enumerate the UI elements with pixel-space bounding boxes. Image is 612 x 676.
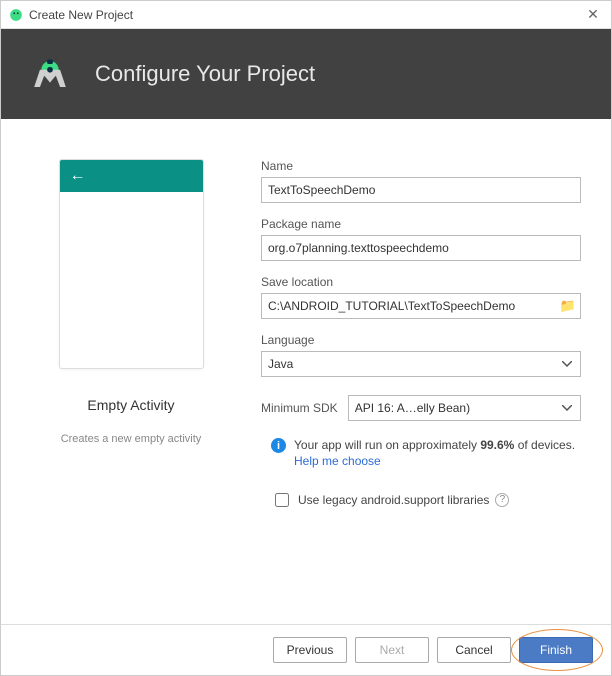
language-label: Language [261,333,581,347]
banner: Configure Your Project [1,29,611,119]
banner-title: Configure Your Project [95,61,315,87]
sdk-label: Minimum SDK [261,401,338,415]
sdk-info: i Your app will run on approximately 99.… [261,437,581,468]
app-icon [9,8,23,22]
template-description: Creates a new empty activity [61,433,202,445]
save-location-input[interactable] [261,293,581,319]
back-arrow-icon: ← [70,167,86,185]
language-field-group: Language Java [261,333,581,377]
save-field-group: Save location 📁 [261,275,581,319]
language-select[interactable]: Java [261,351,581,377]
form-column: Name Package name Save location 📁 Langua… [261,159,581,604]
android-studio-icon [27,51,73,97]
sdk-row: Minimum SDK API 16: A…elly Bean) [261,395,581,421]
help-me-choose-link[interactable]: Help me choose [294,454,575,468]
close-button[interactable]: ✕ [583,6,603,23]
template-preview: ← [59,159,204,369]
preview-column: ← Empty Activity Creates a new empty act… [31,159,231,604]
next-button: Next [355,637,429,663]
name-field-group: Name [261,159,581,203]
cancel-button[interactable]: Cancel [437,637,511,663]
package-input[interactable] [261,235,581,261]
info-icon: i [271,438,286,453]
info-percent: 99.6% [480,438,514,452]
name-input[interactable] [261,177,581,203]
save-label: Save location [261,275,581,289]
legacy-label: Use legacy android.support libraries [298,493,489,507]
info-text-block: Your app will run on approximately 99.6%… [294,437,575,468]
legacy-checkbox[interactable] [275,493,289,507]
sdk-select[interactable]: API 16: A…elly Bean) [348,395,581,421]
package-label: Package name [261,217,581,231]
template-name: Empty Activity [87,397,174,413]
info-suffix: of devices. [514,438,575,452]
package-field-group: Package name [261,217,581,261]
legacy-checkbox-row: Use legacy android.support libraries ? [261,490,581,510]
project-wizard-window: Create New Project ✕ Configure Your Proj… [0,0,612,676]
preview-toolbar: ← [60,160,203,192]
name-label: Name [261,159,581,173]
content-area: ← Empty Activity Creates a new empty act… [1,119,611,624]
titlebar: Create New Project ✕ [1,1,611,29]
help-icon[interactable]: ? [495,493,509,507]
window-title: Create New Project [29,8,133,22]
footer: Previous Next Cancel Finish [1,624,611,675]
previous-button[interactable]: Previous [273,637,347,663]
info-prefix: Your app will run on approximately [294,438,480,452]
finish-button[interactable]: Finish [519,637,593,663]
